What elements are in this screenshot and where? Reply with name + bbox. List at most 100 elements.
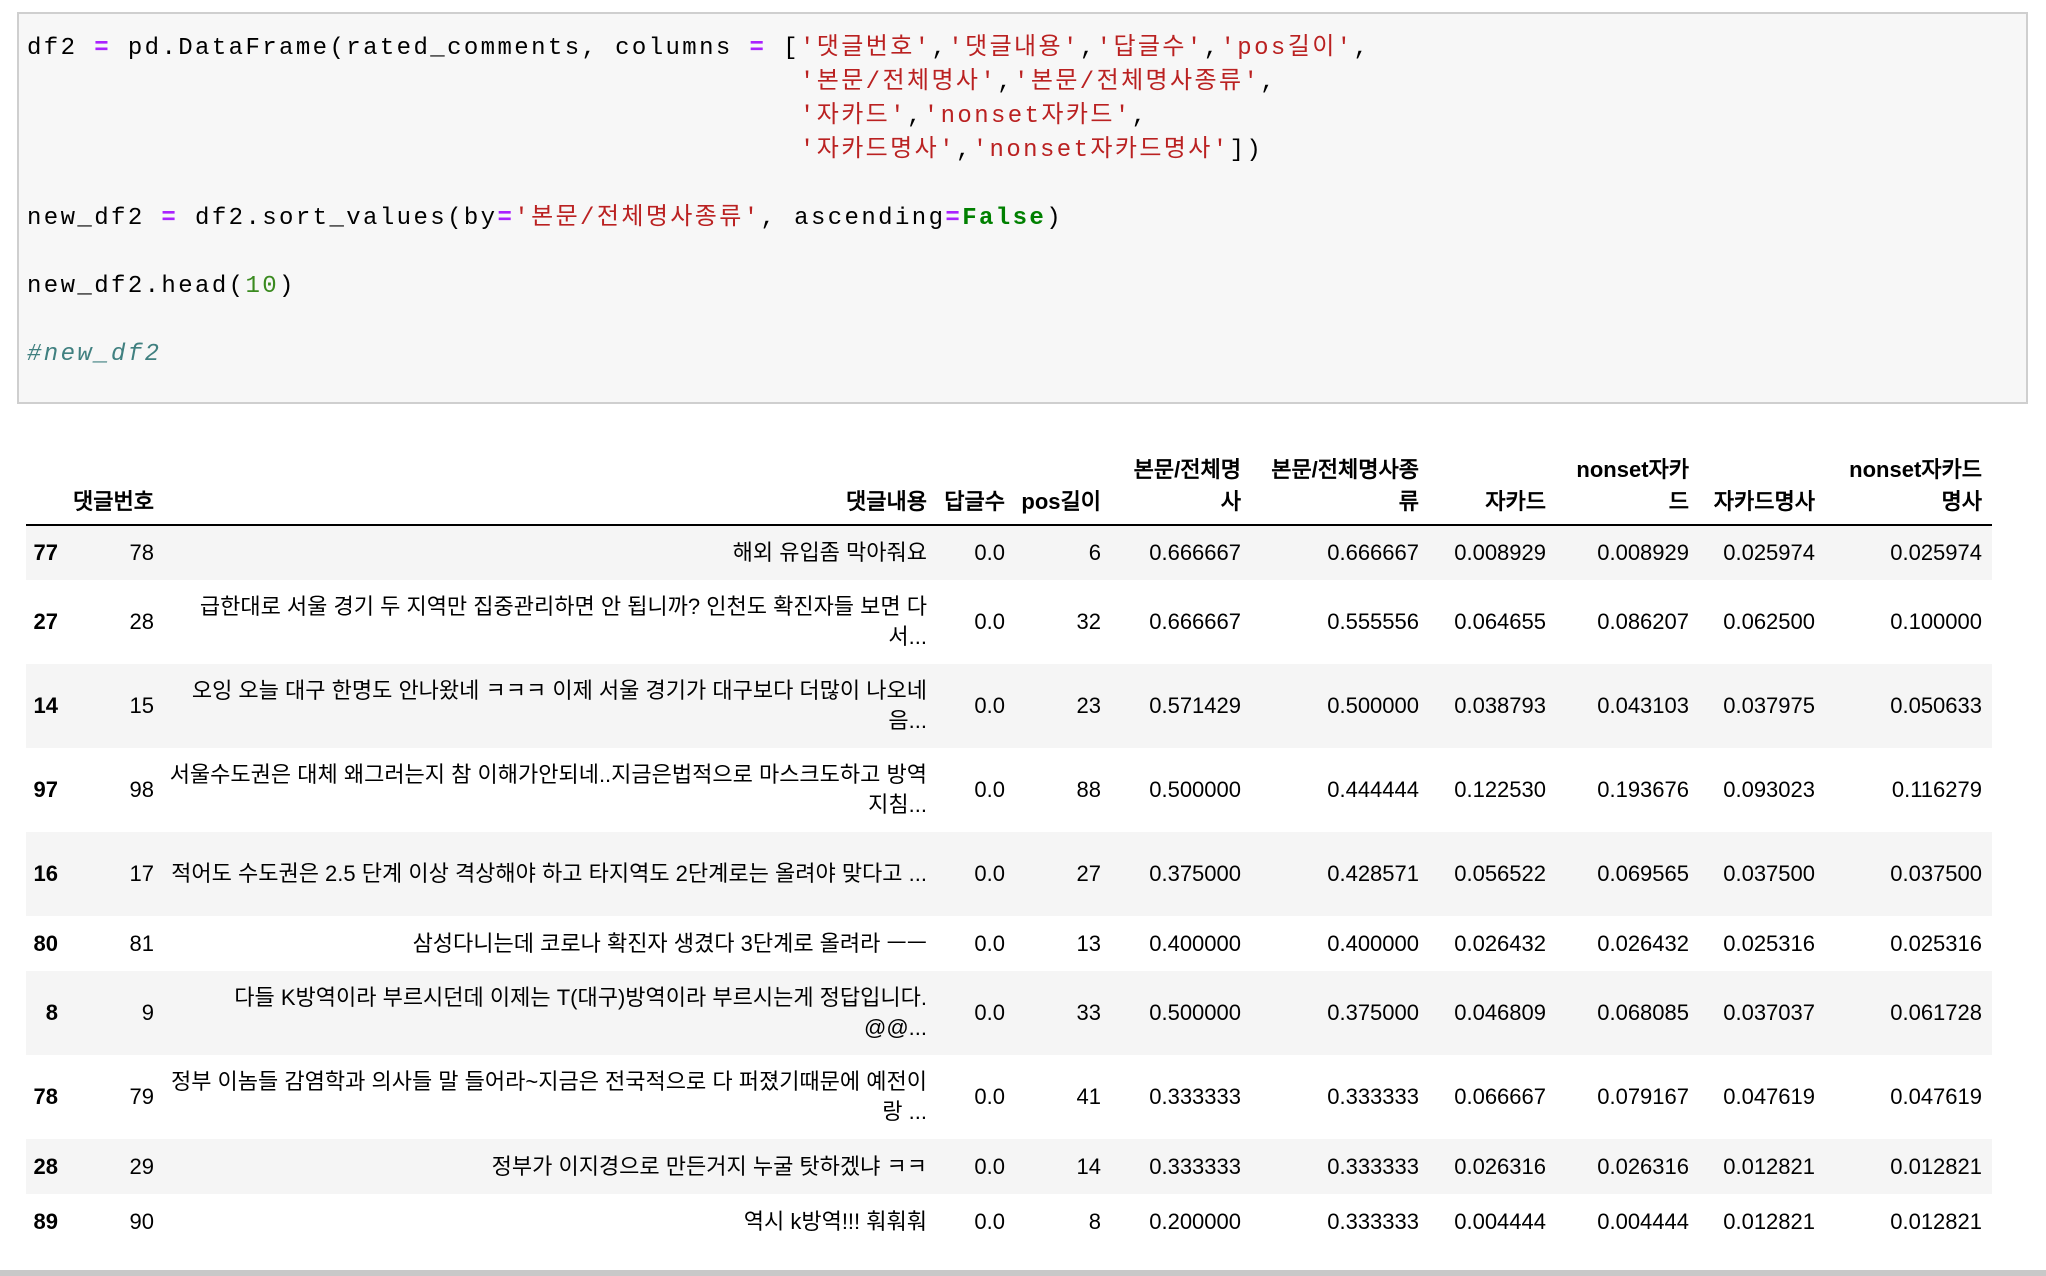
table-cell: 0.444444 [1327,777,1419,802]
table-cell: 0.037975 [1723,693,1815,718]
code-token: = [161,205,179,232]
code-line: ​ [27,304,1370,338]
table-cell: 32 [1076,609,1101,634]
table-cell: 0.056522 [1454,861,1546,886]
table-cell: 0.0 [974,1208,1005,1234]
table-cell: 0.0 [974,861,1005,886]
table-cell: 0.333333 [1149,1084,1241,1109]
code-line: ​ [27,236,1370,270]
code-line: new_df2.head(10) [27,270,1370,304]
table-cell: 27 [1076,861,1101,886]
code-token: , [997,69,1015,96]
code-token: '자카드' [799,103,907,130]
table-cell: 0.012821 [1723,1153,1815,1179]
table-cell: 0.0 [974,693,1005,718]
table-cell: 0.122530 [1454,777,1546,802]
code-token: '댓글내용' [948,35,1080,62]
table-row: 27 28 급한대로 서울 경기 두 지역만 집중관리하면 안 됩니까? 인천도 확… [26,580,1992,664]
column-header: 자카드 [1429,440,1556,526]
table-row: 14 15 오잉 오늘 대구 한명도 안나왔네 ㅋㅋㅋ 이제 서울 경기가 대구보다… [26,664,1992,748]
table-cell: 0.333333 [1327,1208,1419,1234]
table-row: 78 79 정부 이놈들 감염학과 의사들 말 들어라~지금은 전국적으로 다 퍼졌… [26,1055,1992,1139]
column-header: 자카드명사 [1699,440,1825,526]
table-cell: 삼성다니는데 코로나 확진자 생겼다 3단계로 올려라 ㅡㅡ [412,930,927,956]
table-cell: 13 [1076,930,1101,956]
table-cell: 14 [1076,1153,1101,1179]
table-cell: 0.375000 [1327,1000,1419,1025]
table-cell: 17 [129,861,154,886]
table-cell: 0.500000 [1149,1000,1241,1025]
code-token: df2 [27,35,95,62]
table-cell: 0.666667 [1327,540,1419,565]
row-index: 27 [33,609,58,634]
code-editor[interactable]: df2 = pd.DataFrame(rated_comments, colum… [27,32,1370,372]
table-cell: 0.193676 [1597,777,1689,802]
table-cell: 0.038793 [1454,693,1546,718]
table-cell: 역시 k방역!!! 훠훠훠 [743,1208,927,1234]
code-token: '자카드명사' [799,137,956,164]
table-cell: 0.0 [974,1084,1005,1109]
table-cell: 0.0 [974,609,1005,634]
table-cell: 정부가 이지경으로 만든거지 누굴 탓하겠냐 ㅋㅋ [491,1153,927,1179]
code-token: = [945,205,963,232]
table-row: 28 29 정부가 이지경으로 만든거지 누굴 탓하겠냐 ㅋㅋ 0.0 14 0.3333… [26,1139,1992,1194]
table-cell: 0.008929 [1597,540,1689,565]
code-token: ) [279,273,296,300]
column-header: 본문/전체명사종류 [1251,440,1429,526]
table-cell: 78 [129,540,154,565]
column-header: pos길이 [1015,440,1111,526]
table-cell: 90 [129,1208,154,1234]
table-cell: 0.066667 [1454,1084,1546,1109]
horizontal-divider [0,1270,2046,1276]
table-row: 8 9 다들 K방역이라 부르시던데 이제는 T(대구)방역이라 부르시는게 정답입… [26,971,1992,1055]
table-row: 97 98 서울수도권은 대체 왜그러는지 참 이해가안되네..지금은법적으로 마스… [26,748,1992,832]
table-cell: 0.050633 [1890,693,1982,718]
table-cell: 41 [1076,1084,1101,1109]
code-token: 'pos길이' [1220,35,1354,62]
code-token: , [1079,35,1097,62]
code-token: '답글수' [1096,35,1204,62]
code-line: '자카드명사','nonset자카드명사']) [27,134,1370,168]
table-row: 89 90 역시 k방역!!! 훠훠훠 0.0 8 0.200000 0.333333 0.0… [26,1194,1992,1249]
row-index: 14 [33,693,58,718]
row-index: 80 [33,930,58,956]
table-cell: 0.400000 [1327,930,1419,956]
table-cell: 0.004444 [1597,1208,1689,1234]
dataframe-table: 댓글번호 댓글내용 답글수 pos길이 본문/전체명사 본문/전체명사종류 자카드 nonse… [26,440,1992,1249]
code-token: , [1203,35,1221,62]
code-token: 'nonset자카드명사' [972,137,1230,164]
table-cell: 오잉 오늘 대구 한명도 안나왔네 ㅋㅋㅋ 이제 서울 경기가 대구보다 더많이… [191,678,927,733]
code-token: '댓글번호' [799,35,932,62]
table-cell: 0.116279 [1891,777,1982,802]
table-cell: 0.666667 [1149,609,1241,634]
table-cell: 15 [129,693,154,718]
column-header [26,440,68,526]
code-token: = [497,205,515,232]
table-cell: 0.666667 [1149,540,1241,565]
code-token: new_df2.head( [27,273,246,300]
code-token: #new_df2 [27,341,162,368]
row-index: 8 [45,1000,58,1025]
table-cell: 해외 유입좀 막아줘요 [732,540,927,565]
table-header-row: 댓글번호 댓글내용 답글수 pos길이 본문/전체명사 본문/전체명사종류 자카드 nonse… [26,440,1992,526]
table-cell: 0.375000 [1149,861,1241,886]
code-cell[interactable]: df2 = pd.DataFrame(rated_comments, colum… [17,12,2028,404]
code-line: '자카드','nonset자카드', [27,100,1370,134]
code-line: ​ [27,168,1370,202]
row-index: 78 [33,1084,58,1109]
code-token: , ascending [760,205,946,232]
table-cell: 23 [1076,693,1101,718]
table-cell: 0.0 [974,1000,1005,1025]
column-header: 댓글내용 [164,440,937,526]
code-token: new_df2 [27,205,162,232]
column-header: 답글수 [937,440,1015,526]
code-token: , [1131,103,1149,130]
code-token: 'nonset자카드' [923,103,1132,130]
table-cell: 0.571429 [1149,693,1241,718]
table-cell: 0.0 [974,930,1005,956]
table-cell: 다들 K방역이라 부르시던데 이제는 T(대구)방역이라 부르시는게 정답입니다… [234,985,927,1040]
table-cell: 적어도 수도권은 2.5 단계 이상 격상해야 하고 타지역도 2단계로는 올려… [171,861,927,886]
table-cell: 0.026316 [1454,1153,1546,1179]
column-header: 댓글번호 [68,440,164,526]
